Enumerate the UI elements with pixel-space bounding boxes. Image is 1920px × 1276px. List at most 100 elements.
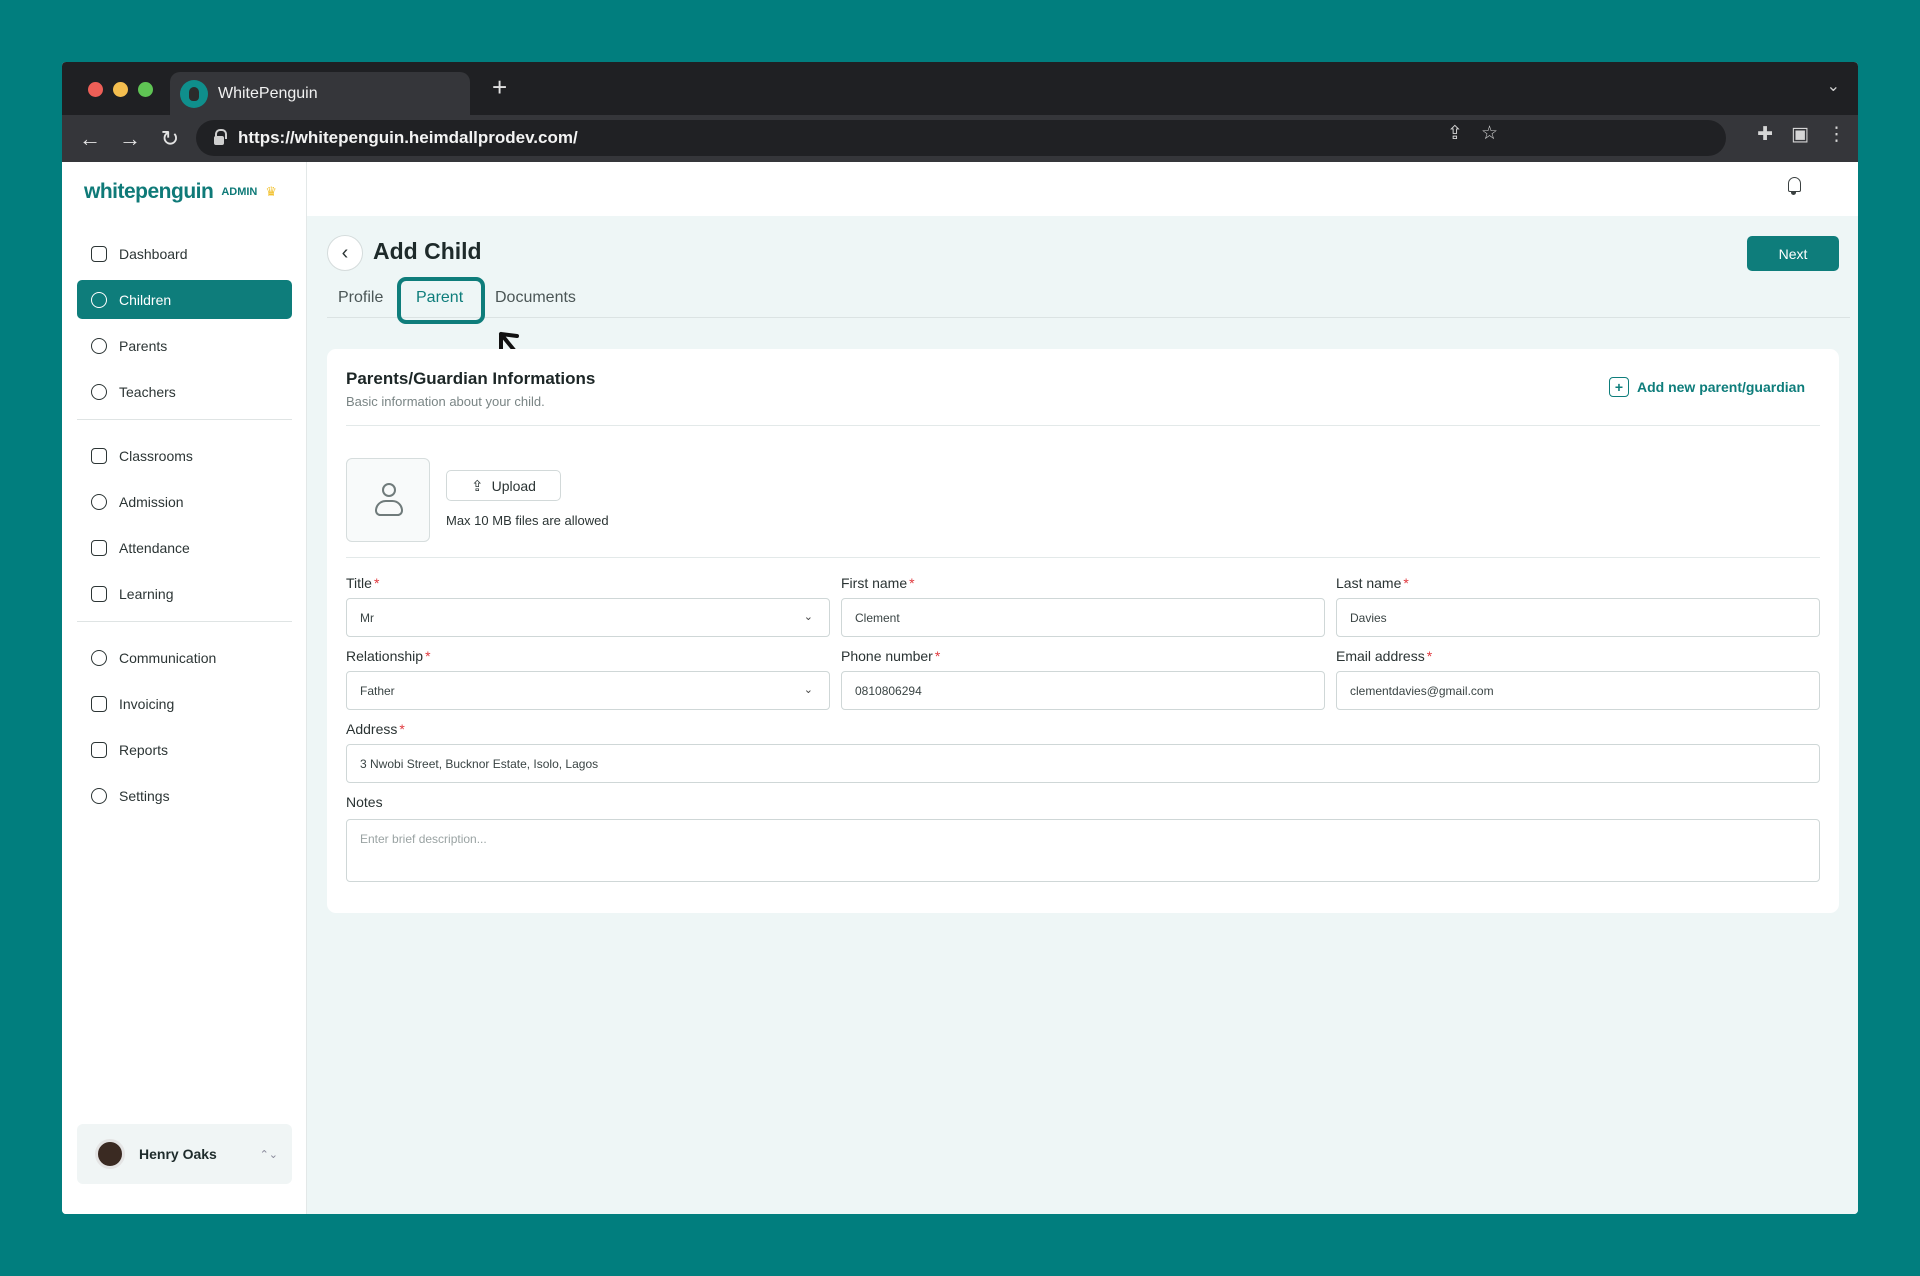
- page-title: Add Child: [373, 238, 482, 264]
- back-arrow-icon[interactable]: ←: [70, 126, 110, 152]
- phone-value: 0810806294: [855, 683, 922, 698]
- bookmark-star-icon[interactable]: ☆: [1481, 122, 1498, 145]
- title-select[interactable]: Mr ⌄: [346, 598, 830, 637]
- tab-profile[interactable]: Profile: [338, 289, 383, 307]
- phone-label: Phone number *: [841, 648, 941, 664]
- sidebar-item-dashboard[interactable]: Dashboard: [77, 234, 292, 273]
- close-window-button[interactable]: [88, 82, 103, 97]
- sidebar-item-label: Settings: [119, 787, 170, 804]
- sidebar-nav: Dashboard Children Parents Teachers Clas…: [77, 234, 292, 822]
- upload-button[interactable]: ⇪ Upload: [446, 470, 561, 501]
- last-name-field[interactable]: Davies: [1336, 598, 1820, 637]
- tab-parent[interactable]: Parent: [416, 289, 463, 307]
- notes-textarea[interactable]: Enter brief description...: [346, 819, 1820, 882]
- card-subtitle: Basic information about your child.: [346, 394, 545, 409]
- sidebar-divider: [77, 419, 292, 420]
- penguin-favicon-icon: [180, 79, 208, 108]
- first-name-value: Clement: [855, 610, 900, 625]
- sidebar-item-label: Dashboard: [119, 245, 188, 262]
- admin-badge: ADMIN: [221, 186, 258, 198]
- parents-icon: [91, 337, 107, 354]
- relationship-label: Relationship *: [346, 648, 431, 664]
- notes-label: Notes: [346, 794, 383, 810]
- user-name: Henry Oaks: [139, 1146, 217, 1162]
- chevron-down-icon: ⌄: [803, 611, 813, 623]
- address-label: Address *: [346, 721, 405, 737]
- reports-icon: [91, 741, 107, 758]
- add-parent-button[interactable]: + Add new parent/guardian: [1608, 377, 1805, 397]
- last-name-label: Last name *: [1336, 575, 1409, 591]
- logo[interactable]: whitepenguin ADMIN ♛: [84, 180, 277, 204]
- home-icon: [91, 245, 107, 262]
- sidebar: whitepenguin ADMIN ♛ Dashboard Children …: [62, 162, 307, 1214]
- photo-placeholder: [346, 458, 430, 542]
- title-label: Title *: [346, 575, 380, 591]
- sidebar-item-admission[interactable]: Admission: [77, 482, 292, 521]
- email-field[interactable]: clementdavies@gmail.com: [1336, 671, 1820, 710]
- first-name-field[interactable]: Clement: [841, 598, 1325, 637]
- sidebar-item-label: Learning: [119, 585, 174, 602]
- sidebar-item-learning[interactable]: Learning: [77, 574, 292, 613]
- sidebar-item-communication[interactable]: Communication: [77, 638, 292, 677]
- browser-tab[interactable]: WhitePenguin: [170, 72, 470, 115]
- sidebar-item-teachers[interactable]: Teachers: [77, 372, 292, 411]
- maximize-window-button[interactable]: [138, 82, 153, 97]
- add-parent-label: Add new parent/guardian: [1636, 379, 1805, 395]
- admission-icon: [91, 493, 107, 510]
- teachers-icon: [91, 383, 107, 400]
- tab-documents[interactable]: Documents: [495, 289, 576, 307]
- address-field[interactable]: 3 Nwobi Street, Bucknor Estate, Isolo, L…: [346, 744, 1820, 783]
- card-divider: [346, 557, 1820, 558]
- learning-icon: [91, 585, 107, 602]
- sidebar-item-label: Classrooms: [119, 447, 193, 464]
- card-title: Parents/Guardian Informations: [346, 369, 596, 388]
- admin-crown-icon: ♛: [265, 184, 278, 199]
- new-tab-button[interactable]: +: [492, 72, 507, 102]
- user-menu[interactable]: Henry Oaks ⌃⌄: [77, 1124, 292, 1184]
- sidebar-item-label: Teachers: [119, 383, 176, 400]
- title-value: Mr: [360, 610, 374, 625]
- relationship-value: Father: [360, 683, 395, 698]
- minimize-window-button[interactable]: [113, 82, 128, 97]
- forward-arrow-icon[interactable]: →: [110, 126, 150, 152]
- notification-bell-icon[interactable]: [1786, 176, 1804, 196]
- sidebar-item-children[interactable]: Children: [77, 280, 292, 319]
- url-text: https://whitepenguin.heimdallprodev.com/: [238, 128, 578, 147]
- tab-search-chevron-icon[interactable]: ⌄: [1827, 76, 1840, 96]
- sidebar-item-label: Parents: [119, 337, 168, 354]
- sidebar-item-classrooms[interactable]: Classrooms: [77, 436, 292, 475]
- browser-tab-title: WhitePenguin: [218, 84, 318, 102]
- sidebar-item-attendance[interactable]: Attendance: [77, 528, 292, 567]
- extensions-icon[interactable]: ✚: [1757, 123, 1773, 146]
- next-button[interactable]: Next: [1747, 236, 1839, 271]
- sidebar-item-label: Communication: [119, 649, 217, 666]
- phone-field[interactable]: 0810806294: [841, 671, 1325, 710]
- sidebar-item-invoicing[interactable]: Invoicing: [77, 684, 292, 723]
- sidebar-item-label: Admission: [119, 493, 184, 510]
- sidebar-item-label: Reports: [119, 741, 169, 758]
- sidebar-item-parents[interactable]: Parents: [77, 326, 292, 365]
- back-button[interactable]: ‹: [327, 235, 363, 271]
- person-icon: [382, 483, 396, 497]
- logo-text: whitepenguin: [84, 180, 214, 203]
- first-name-label: First name *: [841, 575, 915, 591]
- side-panel-icon[interactable]: ▣: [1791, 123, 1809, 146]
- settings-icon: [91, 787, 107, 804]
- email-label: Email address *: [1336, 648, 1433, 664]
- browser-tab-bar: WhitePenguin + ⌄: [62, 62, 1858, 115]
- upload-label: Upload: [491, 477, 536, 494]
- chevron-down-icon: ⌄: [803, 684, 813, 696]
- sidebar-item-label: Children: [119, 291, 172, 308]
- reload-icon[interactable]: ↻: [150, 126, 190, 152]
- share-icon[interactable]: ⇪: [1447, 122, 1463, 145]
- more-menu-icon[interactable]: ⋮: [1827, 123, 1846, 146]
- browser-toolbar: ← → ↻ https://whitepenguin.heimdallprode…: [62, 115, 1858, 162]
- invoicing-icon: [91, 695, 107, 712]
- app-shell: whitepenguin ADMIN ♛ Dashboard Children …: [62, 162, 1858, 1214]
- relationship-select[interactable]: Father ⌄: [346, 671, 830, 710]
- main-content: ‹ Add Child Next Profile Parent Document…: [307, 162, 1858, 1214]
- sidebar-divider: [77, 621, 292, 622]
- attendance-icon: [91, 539, 107, 556]
- sidebar-item-reports[interactable]: Reports: [77, 730, 292, 769]
- sidebar-item-settings[interactable]: Settings: [77, 776, 292, 815]
